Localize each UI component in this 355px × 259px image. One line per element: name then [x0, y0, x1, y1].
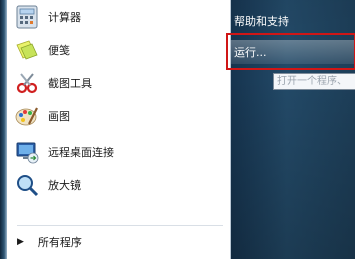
help-and-support-label: 帮助和支持: [234, 15, 289, 28]
paint-icon: [14, 103, 40, 129]
program-label: 便笺: [48, 44, 70, 57]
calculator-icon: [14, 4, 40, 30]
program-item-snipping-tool[interactable]: 截图工具: [11, 67, 226, 99]
right-arrow-icon: ▶: [17, 237, 24, 247]
run-tooltip: 打开一个程序、: [273, 73, 355, 90]
divider: [17, 225, 223, 226]
snipping-tool-icon: [14, 70, 40, 96]
program-item-paint[interactable]: 画图: [11, 100, 226, 132]
remote-desktop-icon: [14, 139, 40, 165]
program-label: 放大镜: [48, 179, 81, 192]
magnifier-icon: [14, 172, 40, 198]
program-label: 截图工具: [48, 77, 92, 90]
program-item-sticky-notes[interactable]: 便笺: [11, 34, 226, 66]
program-item-remote-desktop[interactable]: 远程桌面连接: [11, 136, 226, 168]
sticky-notes-icon: [14, 37, 40, 63]
program-label: 计算器: [48, 11, 81, 24]
program-label: 远程桌面连接: [48, 146, 114, 159]
annotation-highlight-box: [226, 33, 355, 70]
program-item-calculator[interactable]: 计算器: [11, 1, 226, 33]
help-and-support-item[interactable]: 帮助和支持: [231, 10, 355, 32]
program-label: 画图: [48, 110, 70, 123]
start-menu-program-list-panel: 计算器 便笺 截图工具 画图 远程桌面连接 放大镜 ▶ 所有程序: [7, 0, 231, 259]
program-item-magnifier[interactable]: 放大镜: [11, 169, 226, 201]
all-programs-label: 所有程序: [37, 236, 82, 249]
all-programs-button[interactable]: ▶ 所有程序: [11, 230, 226, 254]
start-menu-frame-edge: [0, 0, 7, 259]
